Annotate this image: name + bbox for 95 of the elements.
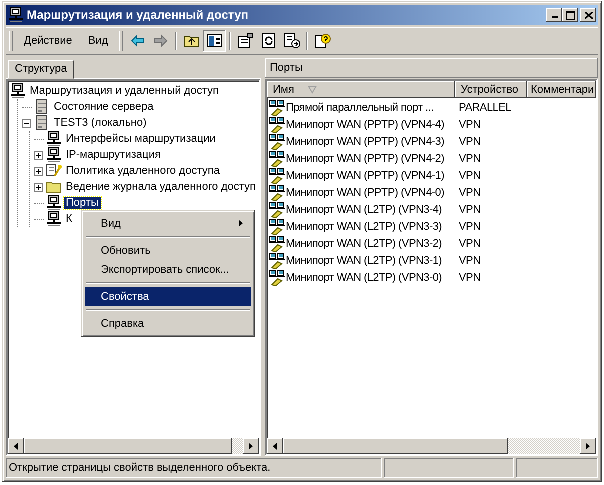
properties-icon: [238, 33, 254, 49]
tree-item[interactable]: Интерфейсы маршрутизации: [64, 133, 218, 145]
close-button[interactable]: [580, 8, 596, 22]
expand-icon[interactable]: [34, 182, 43, 192]
port-icon: [269, 150, 285, 166]
app-icon: [8, 7, 24, 23]
tree-item[interactable]: Маршрутизация и удаленный доступ: [28, 85, 221, 97]
panes-icon: [206, 33, 223, 49]
expand-icon[interactable]: [34, 166, 43, 176]
back-arrow-icon: [130, 33, 146, 49]
tree-item[interactable]: IP-маршрутизация: [64, 149, 163, 161]
column-header[interactable]: Имя: [267, 81, 455, 98]
table-cell-text: VPN: [458, 272, 481, 284]
table-cell-text: VPN: [458, 204, 481, 216]
computer-icon: [46, 195, 62, 211]
collapse-icon[interactable]: [22, 118, 31, 128]
table-cell-text: VPN: [458, 136, 481, 148]
minimize-button[interactable]: [546, 8, 562, 22]
scroll-thumb[interactable]: [283, 438, 508, 454]
help-icon: [314, 33, 331, 49]
port-icon: [269, 168, 285, 184]
right-arrow-icon: [586, 442, 590, 450]
tree-item[interactable]: Политика удаленного доступа: [64, 165, 222, 177]
menu-item[interactable]: Экспортировать список...: [85, 260, 251, 279]
menu-item[interactable]: Действие: [16, 33, 80, 49]
tree-item[interactable]: К: [64, 213, 74, 225]
table-cell: Минипорт WAN (L2TP) (VPN3-1): [286, 254, 442, 266]
minimize-icon: [552, 16, 558, 18]
port-icon: [269, 202, 285, 218]
port-icon: [269, 116, 285, 132]
menu-item[interactable]: Обновить: [85, 241, 251, 260]
scroll-left-button[interactable]: [267, 438, 283, 454]
table-cell-text: VPN: [458, 186, 481, 198]
scroll-right-button[interactable]: [243, 438, 259, 454]
table-cell: Минипорт WAN (PPTP) (VPN4-2): [286, 152, 444, 164]
tree-item[interactable]: Ведение журнала удаленного доступ: [64, 181, 258, 193]
tree-item[interactable]: TEST3 (локально): [52, 117, 149, 129]
table-cell: Прямой параллельный порт ...: [286, 102, 434, 114]
table-cell-text: VPN: [458, 238, 481, 250]
maximize-icon: [566, 10, 575, 20]
expand-icon[interactable]: [34, 150, 43, 160]
column-header[interactable]: Комментари: [527, 81, 596, 98]
panes-button[interactable]: [203, 30, 226, 52]
port-icon: [269, 100, 285, 116]
right-arrow-icon: [249, 442, 253, 450]
refresh-icon: [260, 33, 277, 49]
table-cell-text: VPN: [458, 254, 481, 266]
table-cell-text: VPN: [458, 118, 481, 130]
scroll-left-button[interactable]: [8, 438, 24, 454]
menu-item[interactable]: Справка: [85, 314, 251, 333]
maximize-button[interactable]: [562, 8, 578, 22]
left-arrow-icon: [14, 442, 18, 450]
table-cell-text: VPN: [458, 170, 481, 182]
menu-item[interactable]: Вид: [80, 33, 116, 49]
forward-arrow-icon: [152, 33, 169, 49]
pane-header: Порты: [265, 58, 598, 78]
table-cell: Минипорт WAN (L2TP) (VPN3-2): [286, 238, 442, 250]
port-icon: [269, 252, 285, 268]
tree-item[interactable]: Порты: [64, 197, 101, 209]
table-cell-text: VPN: [458, 152, 481, 164]
port-icon: [269, 134, 285, 150]
computer-icon: [46, 211, 62, 227]
table-cell: Минипорт WAN (PPTP) (VPN4-3): [286, 136, 444, 148]
window-title: Маршрутизация и удаленный доступ: [27, 8, 250, 22]
column-header[interactable]: Устройство: [455, 81, 527, 98]
table-cell: Минипорт WAN (PPTP) (VPN4-0): [286, 186, 444, 198]
table-cell: Минипорт WAN (L2TP) (VPN3-4): [286, 204, 442, 216]
table-cell: Минипорт WAN (L2TP) (VPN3-3): [286, 220, 442, 232]
sort-icon: [308, 86, 318, 94]
port-icon: [269, 270, 285, 286]
policy-icon: [46, 163, 62, 179]
close-icon: [584, 12, 592, 18]
tab[interactable]: Структура: [8, 60, 74, 79]
table-cell-text: VPN: [458, 220, 481, 232]
computer-icon: [46, 131, 62, 147]
menu-item[interactable]: Вид: [85, 214, 251, 233]
server-icon: [34, 99, 50, 115]
menu-item[interactable]: Свойства: [85, 287, 251, 306]
table-cell: Минипорт WAN (L2TP) (VPN3-0): [286, 272, 442, 284]
table-cell: Минипорт WAN (PPTP) (VPN4-1): [286, 170, 444, 182]
export-list-icon: [284, 33, 300, 49]
port-icon: [269, 184, 285, 200]
left-arrow-icon: [273, 442, 277, 450]
table-cell: Минипорт WAN (PPTP) (VPN4-4): [286, 118, 444, 130]
port-icon: [269, 236, 285, 252]
computer-icon: [46, 147, 62, 163]
scroll-thumb[interactable]: [24, 438, 232, 454]
tree-item[interactable]: Состояние сервера: [52, 101, 156, 113]
horizontal-scrollbar[interactable]: [8, 438, 259, 454]
scroll-right-button[interactable]: [580, 438, 596, 454]
horizontal-scrollbar[interactable]: [267, 438, 596, 454]
server-icon: [34, 115, 50, 131]
status-text: Открытие страницы свойств выделенного объекта.: [6, 458, 382, 478]
port-icon: [269, 218, 285, 234]
table-cell-text: PARALLEL: [458, 102, 512, 114]
